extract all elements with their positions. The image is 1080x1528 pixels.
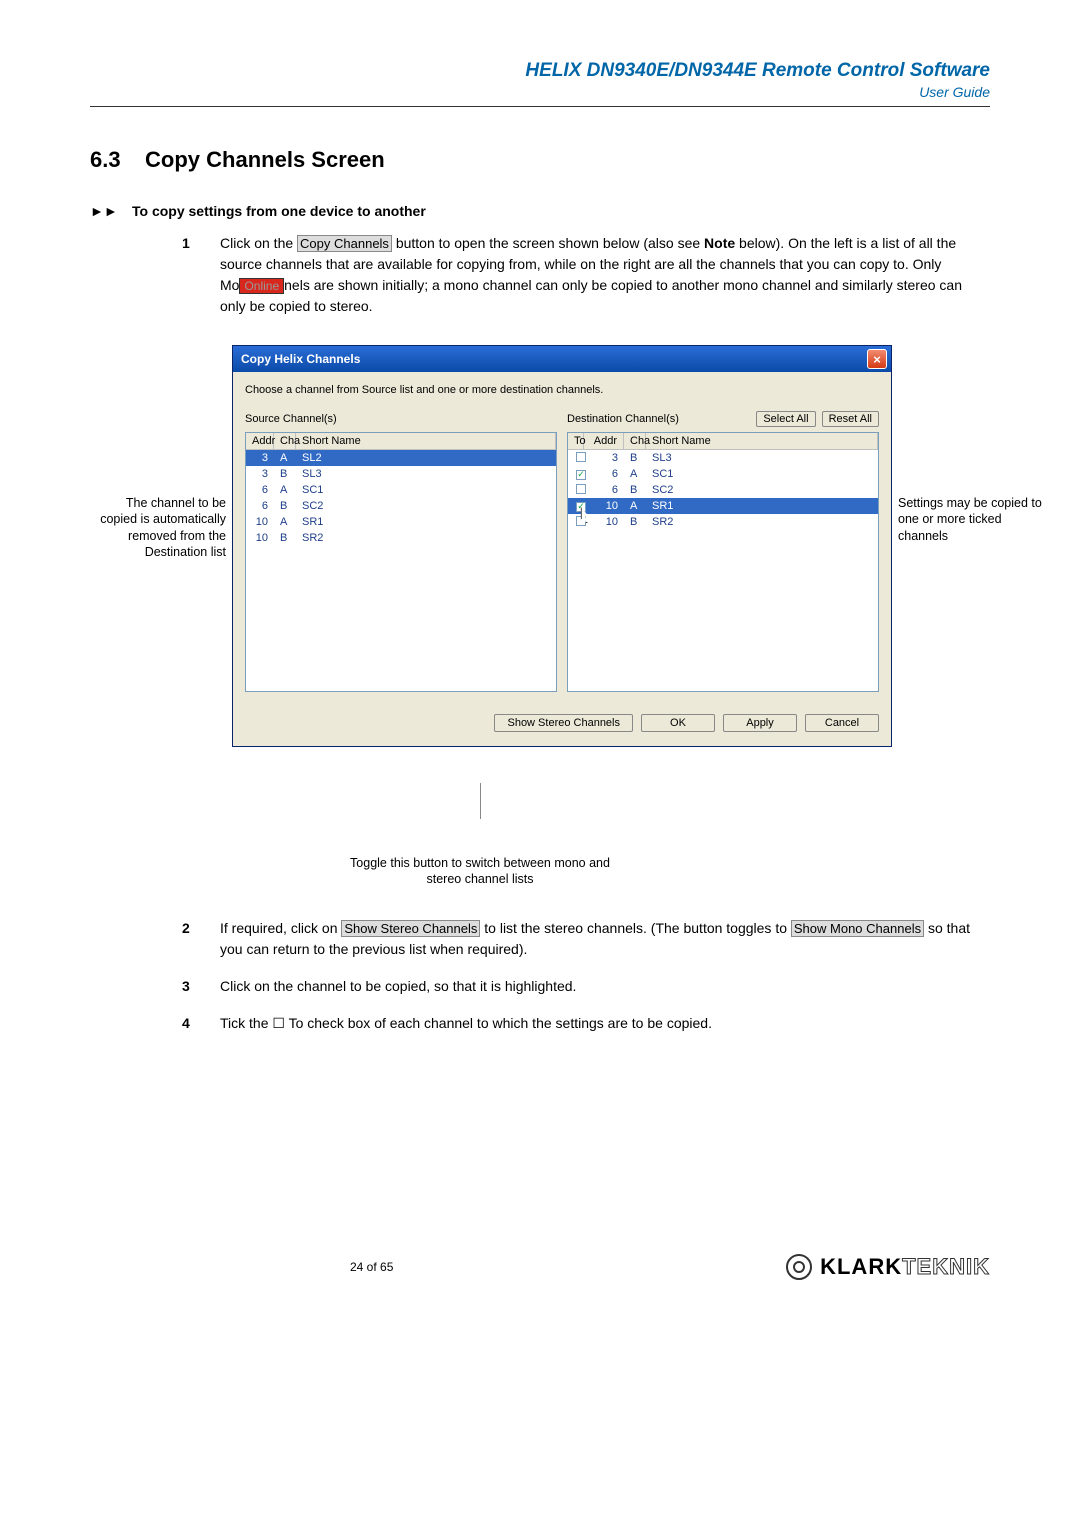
step-3-number: 3 — [182, 976, 196, 997]
fast-forward-icon: ►► — [90, 203, 114, 219]
section-number: 6.3 — [90, 147, 121, 172]
close-icon[interactable]: × — [867, 349, 887, 369]
brand-klark: KLARK — [820, 1254, 902, 1279]
step-4-text: Tick the ☐ To check box of each channel … — [220, 1013, 990, 1034]
col-cha: Cha — [274, 433, 296, 449]
destination-row[interactable]: 6BSC2 — [568, 482, 878, 498]
source-row[interactable]: 6BSC2 — [246, 498, 556, 514]
select-all-button[interactable]: Select All — [756, 411, 815, 427]
source-row[interactable]: 3BSL3 — [246, 466, 556, 482]
doc-subtitle: User Guide — [90, 84, 990, 100]
reset-all-button[interactable]: Reset All — [822, 411, 879, 427]
header-rule — [90, 106, 990, 107]
copy-helix-dialog: Copy Helix Channels × Choose a channel f… — [232, 345, 892, 747]
section-title: 6.3 Copy Channels Screen — [90, 147, 990, 173]
source-row[interactable]: 6ASC1 — [246, 482, 556, 498]
apply-button[interactable]: Apply — [723, 714, 797, 732]
destination-row[interactable]: ✓10ASR1 — [568, 498, 878, 514]
dialog-titlebar: Copy Helix Channels × — [233, 346, 891, 372]
doc-title: HELIX DN9340E/DN9344E Remote Control Sof… — [90, 60, 990, 82]
show-stereo-label: Show Stereo Channels — [341, 920, 480, 937]
col-short: Short Name — [646, 433, 878, 449]
annotation-left: The channel to be copied is automaticall… — [90, 345, 226, 560]
annotation-below: Toggle this button to switch between mon… — [350, 855, 610, 888]
source-row[interactable]: 3ASL2 — [246, 450, 556, 466]
cancel-button[interactable]: Cancel — [805, 714, 879, 732]
dialog-hint: Choose a channel from Source list and on… — [245, 384, 879, 396]
step-1-text: Click on the Copy Channels button to ope… — [220, 233, 990, 317]
source-label: Source Channel(s) — [245, 413, 557, 425]
destination-row[interactable]: ✓6ASC1 — [568, 466, 878, 482]
callout-line — [480, 783, 481, 819]
online-indicator: Online — [239, 278, 284, 294]
copy-channels-label: Copy Channels — [297, 235, 392, 252]
annotation-right: Settings may be copied to one or more ti… — [898, 345, 1044, 544]
step-1-number: 1 — [182, 233, 196, 317]
col-short: Short Name — [296, 433, 556, 449]
col-cha: Cha — [624, 433, 646, 449]
source-row[interactable]: 10BSR2 — [246, 530, 556, 546]
destination-row[interactable]: 3BSL3 — [568, 450, 878, 466]
logo-icon — [786, 1254, 812, 1280]
brand-teknik: TEKNIK — [902, 1254, 990, 1279]
col-addr: Addr — [246, 433, 274, 449]
destination-listbox[interactable]: To Addr Cha Short Name 3BSL3✓6ASC16BSC2✓… — [567, 432, 879, 692]
step-2-number: 2 — [182, 918, 196, 960]
dest-label: Destination Channel(s) — [567, 413, 750, 425]
source-row[interactable]: 10ASR1 — [246, 514, 556, 530]
step-2-text: If required, click on Show Stereo Channe… — [220, 918, 990, 960]
brand-logo: KLARKTEKNIK — [786, 1254, 990, 1280]
show-mono-label: Show Mono Channels — [791, 920, 924, 937]
dialog-title: Copy Helix Channels — [241, 352, 360, 366]
col-addr: Addr — [584, 433, 624, 449]
section-name: Copy Channels Screen — [145, 147, 385, 172]
step-3-text: Click on the channel to be copied, so th… — [220, 976, 990, 997]
ok-button[interactable]: OK — [641, 714, 715, 732]
show-stereo-button[interactable]: Show Stereo Channels — [494, 714, 633, 732]
instruction-heading: To copy settings from one device to anot… — [132, 203, 426, 219]
page-number: 24 of 65 — [350, 1260, 393, 1274]
step-4-number: 4 — [182, 1013, 196, 1034]
col-to: To — [568, 433, 584, 449]
source-listbox[interactable]: Addr Cha Short Name 3ASL23BSL36ASC16BSC2… — [245, 432, 557, 692]
destination-row[interactable]: 10BSR2 — [568, 514, 878, 530]
